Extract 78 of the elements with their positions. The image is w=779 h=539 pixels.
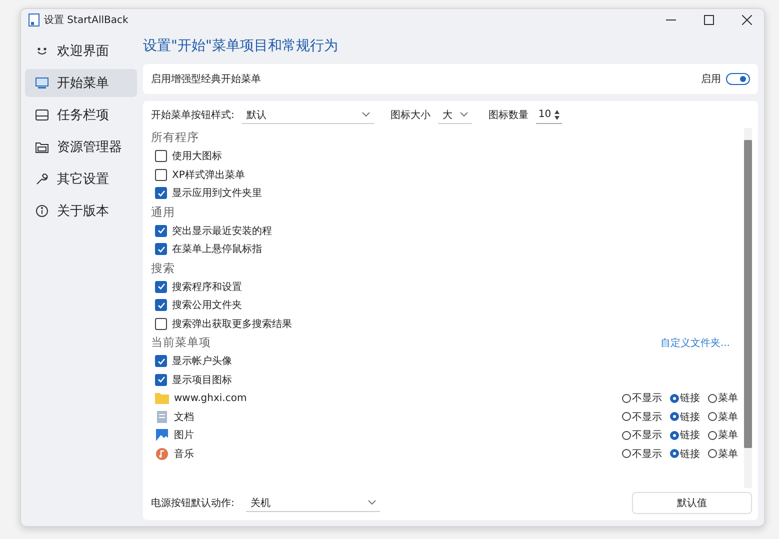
section-title: 所有程序 [151, 130, 199, 145]
picture-icon [155, 429, 169, 442]
radio-option[interactable]: 菜单 [708, 428, 738, 442]
checkbox[interactable] [155, 299, 167, 312]
default-button[interactable]: 默认值 [632, 492, 752, 514]
checkbox-label: 搜索程序和设置 [172, 280, 242, 294]
icon-count-label: 图标数量 [488, 108, 528, 122]
button-style-label: 开始菜单按钮样式: [151, 108, 234, 122]
checkbox[interactable] [155, 280, 167, 293]
sidebar-item[interactable]: 任务栏项 [25, 101, 137, 129]
window-title: 设置 StartAllBack [44, 14, 128, 27]
radio-option[interactable]: 链接 [670, 446, 700, 461]
radio-option[interactable]: 链接 [670, 391, 700, 406]
checkbox-label: 搜索公用文件夹 [172, 298, 242, 312]
monitor-icon [35, 76, 49, 90]
wrench-icon [35, 172, 49, 186]
radio-option[interactable]: 菜单 [708, 391, 738, 406]
chevron-icon [368, 500, 376, 505]
sidebar-item[interactable]: 资源管理器 [25, 133, 137, 161]
toggle-label: 启用 [701, 72, 721, 86]
checkbox-label: 搜索弹出获取更多搜索结果 [172, 318, 292, 331]
close-icon[interactable] [742, 15, 752, 25]
toggle-switch[interactable] [726, 73, 750, 85]
button-style-dropdown[interactable]: 默认 [242, 106, 374, 124]
checkbox-label: 突出显示最近安装的程 [172, 224, 272, 238]
taskbar-icon [35, 108, 49, 122]
section-title: 当前菜单项 [151, 335, 211, 350]
icon-count-spinner[interactable]: 10 [536, 106, 562, 124]
checkbox[interactable] [155, 355, 167, 368]
enable-label: 启用增强型经典开始菜单 [151, 72, 261, 86]
radio-option[interactable]: 不显示 [622, 446, 662, 461]
menu-item-label: 音乐 [174, 448, 195, 461]
checkbox[interactable] [155, 187, 167, 200]
document-icon [155, 410, 169, 423]
sidebar-item[interactable]: 关于版本 [25, 197, 137, 225]
radio-option[interactable]: 菜单 [708, 446, 738, 461]
custom-folder-link[interactable]: 自定义文件夹... [660, 336, 738, 350]
checkbox-label: 显示应用到文件夹里 [172, 186, 262, 200]
maximize-icon[interactable] [704, 15, 714, 25]
menu-item-label: 图片 [174, 428, 195, 442]
menu-item-label: 文档 [174, 410, 195, 424]
checkbox-label: 显示帐户头像 [172, 354, 232, 368]
radio-option[interactable]: 不显示 [622, 391, 662, 406]
folder-icon [155, 392, 169, 404]
menu-item-label: www.ghxi.com [174, 392, 248, 404]
spinner-arrows-icon [554, 108, 560, 120]
checkbox[interactable] [155, 374, 167, 386]
radio-option[interactable]: 不显示 [622, 428, 662, 442]
checkbox[interactable] [155, 243, 167, 256]
info-icon [35, 204, 49, 218]
checkbox-label: XP样式弹出菜单 [172, 168, 245, 182]
section-title: 搜索 [151, 260, 175, 276]
sidebar-item[interactable]: 欢迎界面 [25, 37, 137, 65]
sidebar-item[interactable]: 开始菜单 [25, 69, 137, 97]
power-action-dropdown[interactable]: 关机 [246, 494, 380, 512]
radio-option[interactable]: 不显示 [622, 410, 662, 424]
music-icon [155, 448, 169, 460]
checkbox-label: 使用大图标 [172, 150, 222, 164]
page-heading: 设置"开始"菜单项目和常规行为 [143, 37, 339, 56]
checkbox-label: 显示项目图标 [172, 374, 232, 387]
icon-size-dropdown[interactable]: 大 [438, 106, 472, 124]
checkbox[interactable] [155, 318, 167, 330]
chevron-icon [460, 112, 468, 117]
checkbox-label: 在菜单上悬停鼠标指 [172, 242, 262, 256]
folder-icon [35, 140, 49, 154]
power-action-label: 电源按钮默认动作: [151, 496, 234, 510]
checkbox[interactable] [155, 168, 167, 181]
radio-option[interactable]: 链接 [670, 410, 700, 424]
scrollbar[interactable] [744, 128, 752, 488]
chevron-icon [362, 112, 370, 117]
icon-size-label: 图标大小 [390, 108, 430, 122]
sidebar-item[interactable]: 其它设置 [25, 165, 137, 193]
checkbox[interactable] [155, 224, 167, 237]
radio-option[interactable]: 菜单 [708, 410, 738, 424]
checkbox[interactable] [155, 150, 167, 162]
radio-option[interactable]: 链接 [670, 428, 700, 442]
section-title: 通用 [151, 204, 175, 220]
app-icon [28, 13, 40, 27]
